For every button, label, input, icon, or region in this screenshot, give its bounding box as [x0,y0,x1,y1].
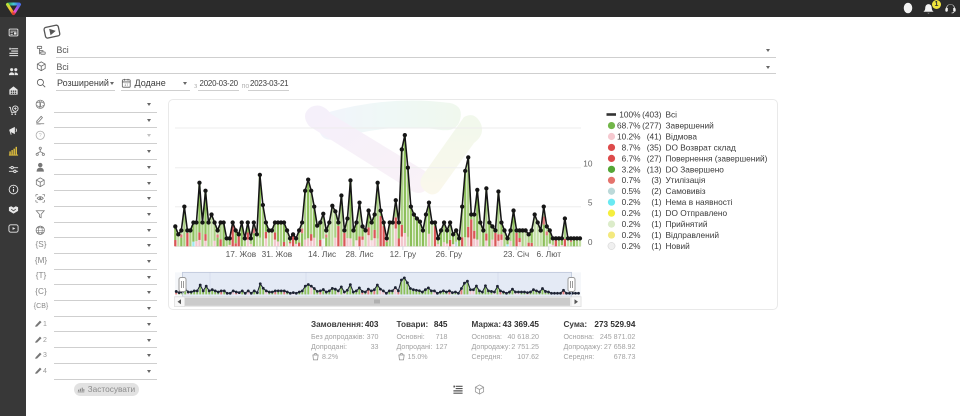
svg-text:68.7%: 68.7% [617,120,641,130]
svg-text:14. Лис: 14. Лис [308,249,336,259]
svg-text:Всі: Всі [666,110,678,120]
svg-text:0.5%: 0.5% [622,186,642,196]
svg-text:26. Гру: 26. Гру [436,249,463,259]
svg-text:28. Лис: 28. Лис [345,249,373,259]
svg-text:3.2%: 3.2% [622,164,642,174]
svg-text:0: 0 [588,237,593,247]
svg-text:Самовивіз: Самовивіз [666,186,706,196]
svg-text:0.2%: 0.2% [622,241,642,251]
svg-text:Новий: Новий [666,241,691,251]
svg-text:(27): (27) [647,153,662,163]
svg-text:(403): (403) [642,110,662,120]
svg-text:Утилізація: Утилізація [666,175,706,185]
svg-text:23. Січ: 23. Січ [503,249,529,259]
svg-text:Прийнятий: Прийнятий [666,219,708,229]
svg-text:(3): (3) [651,175,661,185]
svg-text:(41): (41) [647,131,662,141]
svg-text:0.2%: 0.2% [622,219,642,229]
svg-text:8.7%: 8.7% [622,142,642,152]
svg-text:(1): (1) [651,230,661,240]
svg-text:(277): (277) [642,120,662,130]
svg-text:31. Жов: 31. Жов [262,249,293,259]
svg-text:17. Жов: 17. Жов [226,249,257,259]
svg-text:5: 5 [588,198,593,208]
svg-text:DO Возврат склад: DO Возврат склад [666,142,736,152]
svg-text:12. Гру: 12. Гру [390,249,417,259]
svg-text:Нема в наявності: Нема в наявності [666,197,733,207]
svg-text:Завершений: Завершений [666,120,715,130]
svg-text:(1): (1) [651,197,661,207]
svg-text:Відмова: Відмова [666,131,698,141]
svg-text:0.2%: 0.2% [622,208,642,218]
svg-text:DO Отправлено: DO Отправлено [666,208,728,218]
svg-text:(1): (1) [651,219,661,229]
svg-text:100%: 100% [619,110,641,120]
svg-text:(35): (35) [647,142,662,152]
svg-text:10.2%: 10.2% [617,131,641,141]
svg-text:0.2%: 0.2% [622,230,642,240]
svg-text:6.7%: 6.7% [622,153,642,163]
svg-text:6. Лют: 6. Лют [537,249,562,259]
svg-text:0.2%: 0.2% [622,197,642,207]
svg-text:(1): (1) [651,208,661,218]
svg-text:?: ? [39,133,42,139]
svg-text:Відправлений: Відправлений [666,230,720,240]
svg-text:10: 10 [583,159,593,169]
svg-text:Повернення (завершений): Повернення (завершений) [666,153,768,163]
svg-text:17: 17 [124,82,128,87]
svg-text:0.7%: 0.7% [622,175,642,185]
svg-text:(13): (13) [647,164,662,174]
svg-text:(2): (2) [651,186,661,196]
svg-text:(1): (1) [651,241,661,251]
svg-text:DO Завершено: DO Завершено [666,164,725,174]
